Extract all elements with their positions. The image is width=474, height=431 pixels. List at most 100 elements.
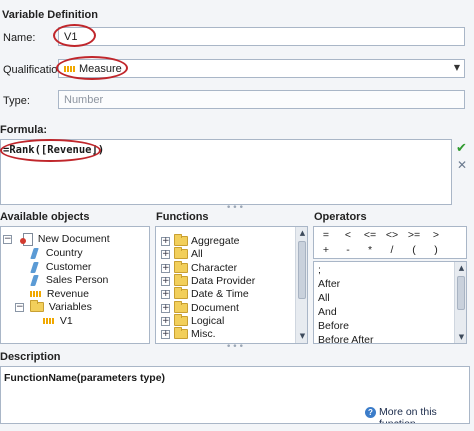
- function-category[interactable]: + Document: [161, 301, 239, 315]
- operator-plus-button[interactable]: +: [315, 244, 337, 257]
- function-signature: FunctionName(parameters type): [4, 372, 166, 384]
- measure-icon: [30, 291, 41, 298]
- tree-item-sales-person[interactable]: Sales Person: [30, 274, 109, 287]
- collapse-icon[interactable]: −: [15, 302, 24, 312]
- qualification-select[interactable]: Measure ▼: [58, 59, 465, 78]
- scroll-thumb[interactable]: [298, 241, 306, 299]
- expand-icon[interactable]: +: [161, 249, 170, 259]
- folder-icon: [174, 247, 188, 260]
- scroll-up-icon[interactable]: ▲: [297, 228, 307, 238]
- operator-gte-button[interactable]: >=: [403, 229, 425, 242]
- formula-label: Formula:: [0, 124, 48, 136]
- chevron-down-icon[interactable]: ▼: [454, 61, 460, 75]
- help-icon[interactable]: ?: [365, 407, 376, 418]
- function-category[interactable]: + Misc.: [161, 327, 216, 341]
- function-category[interactable]: + Data Provider: [161, 274, 256, 288]
- formula-editor[interactable]: =Rank([Revenue]): [0, 139, 452, 205]
- tree-label: Variables: [48, 301, 92, 313]
- description-title: Description: [0, 351, 61, 363]
- tree-item-country[interactable]: Country: [30, 247, 83, 260]
- operator-buttons: = < <= <> >= > + - * / ( ): [313, 226, 467, 259]
- folder-icon: [174, 327, 188, 340]
- expand-icon[interactable]: +: [161, 263, 170, 273]
- operator-equals-button[interactable]: =: [315, 229, 337, 242]
- tree-item-new-document[interactable]: − New Document: [3, 233, 110, 247]
- folder-icon: [174, 274, 188, 287]
- qualification-value: Measure: [79, 63, 122, 75]
- operators-scrollbar[interactable]: ▲ ▼: [454, 262, 466, 343]
- list-item[interactable]: Before After: [318, 334, 373, 343]
- tree-item-revenue[interactable]: Revenue: [30, 288, 89, 301]
- function-label: Character: [191, 262, 238, 274]
- folder-icon: [29, 300, 44, 313]
- function-label: Data Provider: [191, 275, 256, 287]
- function-label: Date & Time: [191, 288, 249, 300]
- dimension-icon: [30, 247, 39, 259]
- measure-icon: [64, 66, 75, 73]
- list-item[interactable]: And: [318, 306, 337, 319]
- folder-icon: [174, 261, 188, 274]
- scroll-thumb[interactable]: [457, 276, 465, 310]
- scroll-down-icon[interactable]: ▼: [456, 332, 466, 342]
- tree-label: New Document: [37, 233, 110, 245]
- function-category[interactable]: + All: [161, 247, 203, 261]
- help-link[interactable]: More on this function.: [379, 406, 469, 423]
- check-icon[interactable]: ✔: [456, 141, 467, 156]
- name-label: Name:: [3, 32, 36, 44]
- type-field: Number: [58, 90, 465, 109]
- tree-item-variables[interactable]: − Variables: [15, 300, 92, 314]
- tree-item-v1[interactable]: V1: [43, 315, 73, 328]
- type-label: Type:: [3, 95, 30, 107]
- expand-icon[interactable]: +: [161, 329, 170, 339]
- scroll-down-icon[interactable]: ▼: [297, 331, 307, 341]
- folder-icon: [174, 301, 188, 314]
- operator-minus-button[interactable]: -: [337, 244, 359, 257]
- tree-label: Sales Person: [45, 274, 109, 286]
- expand-icon[interactable]: +: [161, 276, 170, 286]
- expand-icon[interactable]: +: [161, 316, 170, 326]
- function-category[interactable]: + Logical: [161, 314, 224, 328]
- dialog-title: Variable Definition: [2, 9, 98, 21]
- expand-icon[interactable]: +: [161, 236, 170, 246]
- function-category[interactable]: + Character: [161, 261, 238, 275]
- available-objects-title: Available objects: [0, 211, 90, 223]
- operator-divide-button[interactable]: /: [381, 244, 403, 257]
- operator-multiply-button[interactable]: *: [359, 244, 381, 257]
- measure-icon: [43, 318, 54, 325]
- list-item[interactable]: Before: [318, 320, 349, 333]
- scroll-up-icon[interactable]: ▲: [456, 263, 466, 273]
- close-icon[interactable]: ✕: [457, 158, 467, 172]
- available-objects-tree[interactable]: − New Document Country Customer Sales Pe…: [0, 226, 150, 344]
- operator-close-paren-button[interactable]: ): [425, 244, 447, 257]
- operator-ne-button[interactable]: <>: [381, 229, 403, 242]
- operator-open-paren-button[interactable]: (: [403, 244, 425, 257]
- functions-scrollbar[interactable]: ▲ ▼: [295, 227, 307, 343]
- list-item[interactable]: After: [318, 278, 340, 291]
- resize-grip[interactable]: •••: [226, 203, 245, 213]
- function-label: Misc.: [191, 328, 216, 340]
- function-label: Document: [191, 302, 239, 314]
- function-category[interactable]: + Date & Time: [161, 287, 249, 301]
- tree-label: Revenue: [46, 288, 89, 300]
- tree-item-customer[interactable]: Customer: [30, 261, 91, 274]
- folder-icon: [174, 287, 188, 300]
- operator-lte-button[interactable]: <=: [359, 229, 381, 242]
- name-field[interactable]: V1: [58, 27, 465, 46]
- type-placeholder: Number: [64, 94, 104, 106]
- list-item[interactable]: ;: [318, 264, 321, 277]
- functions-tree[interactable]: + Aggregate + All + Character + Data Provide…: [155, 226, 308, 344]
- collapse-icon[interactable]: −: [3, 234, 12, 244]
- operator-lt-button[interactable]: <: [337, 229, 359, 242]
- expand-icon[interactable]: +: [161, 289, 170, 299]
- operator-gt-button[interactable]: >: [425, 229, 447, 242]
- function-category[interactable]: + Aggregate: [161, 234, 239, 248]
- resize-grip[interactable]: •••: [226, 342, 245, 352]
- list-item[interactable]: All: [318, 292, 330, 305]
- tree-label: V1: [59, 315, 73, 327]
- operators-list[interactable]: ; After All And Before Before After ▲ ▼: [313, 261, 467, 344]
- folder-icon: [174, 234, 188, 247]
- functions-title: Functions: [156, 211, 209, 223]
- tree-label: Country: [45, 247, 83, 259]
- description-panel: FunctionName(parameters type) ? More on …: [0, 366, 470, 424]
- expand-icon[interactable]: +: [161, 303, 170, 313]
